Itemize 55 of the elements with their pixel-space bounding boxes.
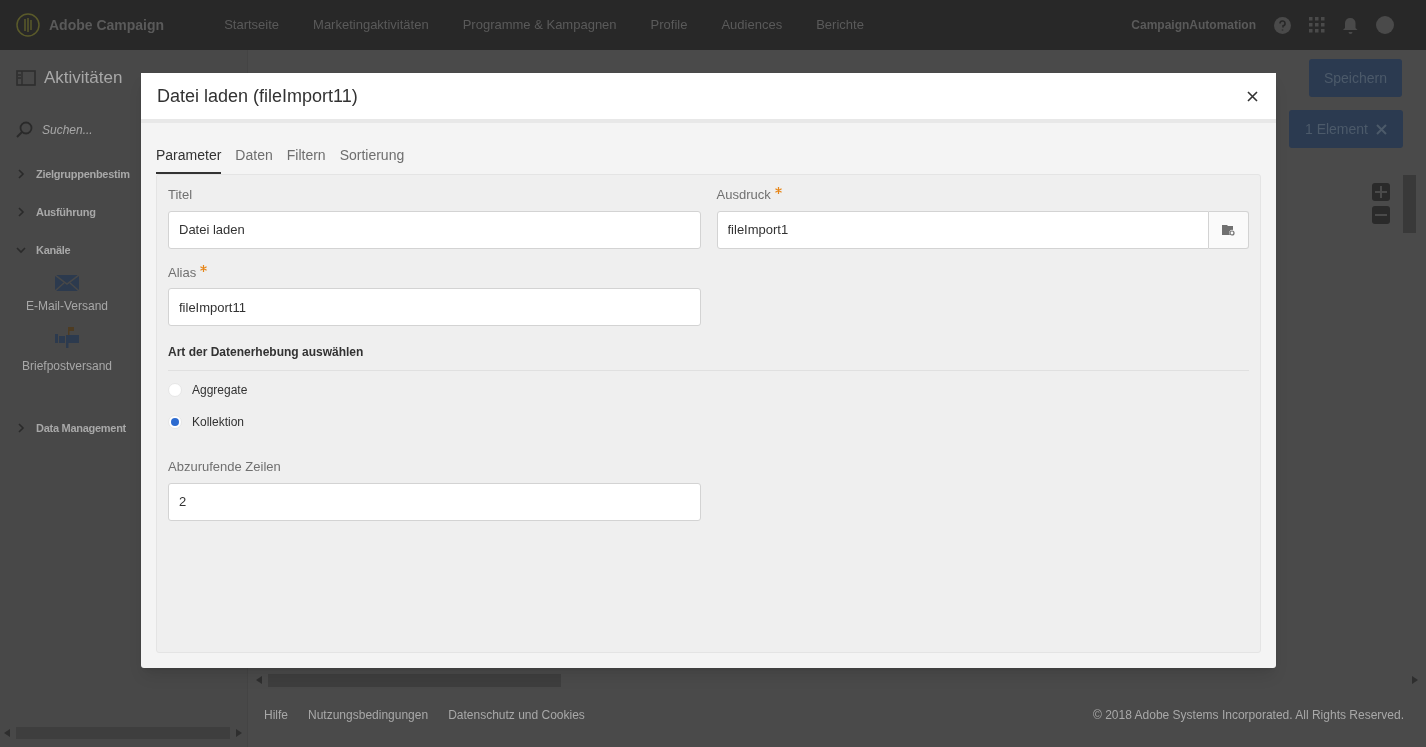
mailbox-icon[interactable] <box>55 327 79 351</box>
chevron-down-icon[interactable] <box>16 245 26 255</box>
zoom-in-icon[interactable] <box>1372 183 1390 201</box>
search-field[interactable]: Suchen... <box>42 121 222 139</box>
panel-icon[interactable] <box>16 69 36 86</box>
footer-link[interactable]: Nutzungsbedingungen <box>308 706 429 724</box>
dialog-title: Datei laden (fileImport11) <box>157 84 358 108</box>
envelope-icon[interactable] <box>55 275 79 291</box>
field-label: Ausdruck <box>716 186 771 204</box>
category-label[interactable]: Kanäle <box>36 241 71 259</box>
close-button[interactable] <box>1244 88 1260 104</box>
chevron-right-icon[interactable] <box>16 423 26 433</box>
sidebar-title[interactable]: Aktivitäten <box>44 64 123 91</box>
radio-button[interactable] <box>168 383 182 397</box>
radio-label[interactable]: Kollektion <box>192 413 245 431</box>
category-label[interactable]: Zielgruppenbestim <box>36 165 130 183</box>
asterisk-icon <box>200 264 208 272</box>
close-icon <box>1246 90 1258 102</box>
tab[interactable]: Daten <box>235 145 273 174</box>
input-field[interactable]: fileImport1 <box>716 210 1209 249</box>
activity-label[interactable]: E-Mail-Versand <box>26 297 108 315</box>
field-label: Abzurufende Zeilen <box>168 458 281 476</box>
radio-button[interactable] <box>168 415 182 429</box>
chevron-right-icon[interactable] <box>16 207 26 217</box>
tab[interactable]: Sortierung <box>339 145 405 174</box>
scroll-right-icon[interactable] <box>236 729 242 737</box>
scroll-left-icon[interactable] <box>256 676 262 684</box>
scroll-right-icon[interactable] <box>1412 676 1418 684</box>
field-label: Titel <box>168 186 193 204</box>
section-heading: Art der Datenerhebung auswählen <box>168 343 1249 371</box>
search-icon <box>16 121 34 139</box>
field-label: Alias <box>168 263 197 282</box>
scroll-left-icon[interactable] <box>4 729 10 737</box>
radio-label[interactable]: Aggregate <box>192 381 248 399</box>
input-field[interactable]: 2 <box>168 482 701 521</box>
asterisk-icon <box>774 187 782 194</box>
tab[interactable]: Filtern <box>286 145 326 174</box>
avatar-icon[interactable] <box>1376 16 1394 34</box>
category-label[interactable]: Data Management <box>36 419 126 437</box>
apps-grid-icon[interactable] <box>1309 17 1325 33</box>
chevron-right-icon[interactable] <box>16 169 26 179</box>
folder-search-icon <box>1221 223 1236 236</box>
zoom-out-icon[interactable] <box>1372 206 1390 224</box>
activity-label[interactable]: Briefpostversand <box>21 357 112 375</box>
help-icon[interactable] <box>1274 16 1291 34</box>
input-field[interactable]: Datei laden <box>168 210 701 249</box>
bell-icon[interactable] <box>1343 16 1358 34</box>
copyright-text: © 2018 Adobe Systems Incorporated. All Rights Reserved. <box>1093 707 1405 724</box>
footer-link[interactable]: Datenschutz und Cookies <box>448 706 585 724</box>
close-icon <box>1376 123 1387 135</box>
category-label[interactable]: Ausführung <box>36 203 96 221</box>
logo-icon <box>16 13 40 37</box>
footer-link[interactable]: Hilfe <box>264 706 288 724</box>
input-field[interactable]: fileImport11 <box>168 288 701 326</box>
browse-button[interactable] <box>1209 210 1249 249</box>
